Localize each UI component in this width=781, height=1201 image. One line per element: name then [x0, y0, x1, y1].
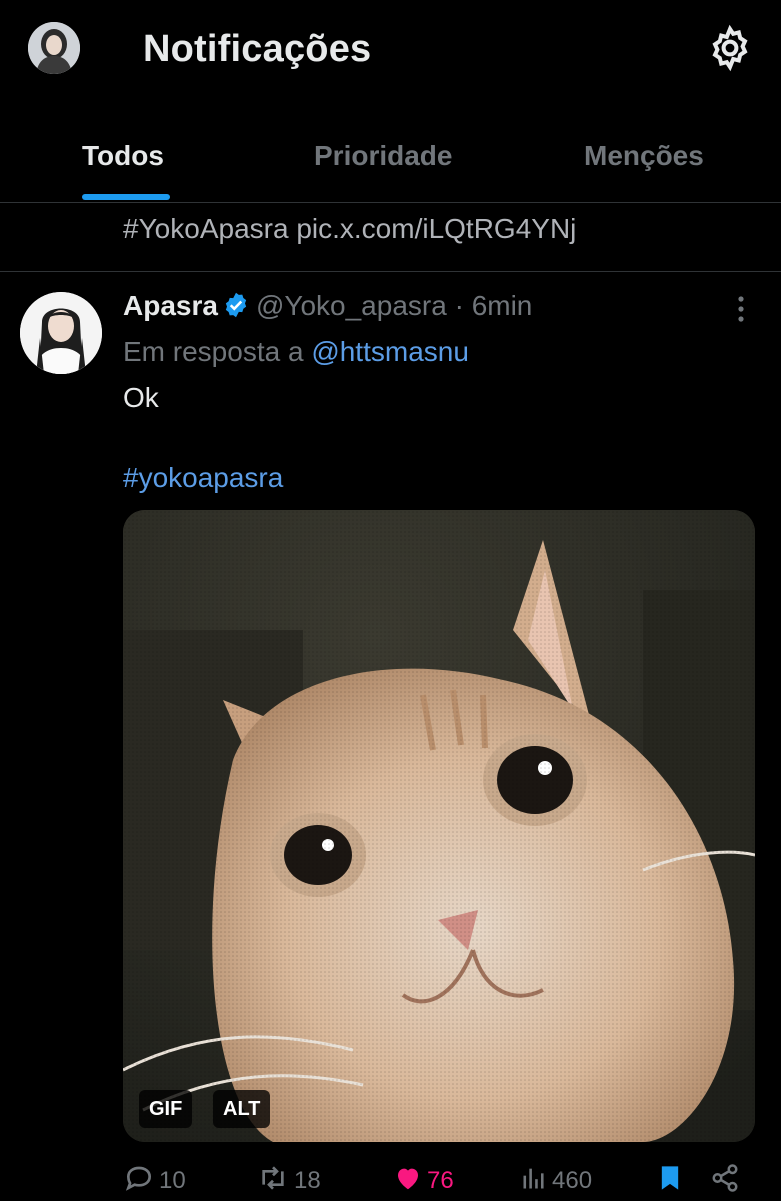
repost-button[interactable]: 18 [256, 1162, 321, 1200]
repost-icon [256, 1162, 294, 1201]
tweet-text: Ok [123, 382, 159, 413]
views-button[interactable]: 460 [520, 1162, 592, 1200]
reply-context: Em resposta a @httsmasnu [123, 336, 469, 368]
reply-button[interactable]: 10 [123, 1162, 186, 1200]
like-button[interactable]: 76 [393, 1162, 454, 1200]
tweet-time[interactable]: 6min [472, 290, 533, 321]
previous-tweet-text: #YokoApasra pic.x.com/iLQtRG4YNj [123, 213, 577, 244]
verified-badge-icon [222, 291, 250, 319]
more-options-icon[interactable] [729, 294, 753, 324]
bookmark-icon [656, 1162, 688, 1201]
tweet-author-line: Apasra @Yoko_apasra · 6min [123, 290, 532, 322]
gear-icon[interactable] [706, 24, 754, 72]
reply-prefix: Em resposta a [123, 336, 304, 367]
share-button[interactable] [710, 1162, 744, 1200]
reply-count: 10 [159, 1167, 186, 1194]
like-count: 76 [427, 1167, 454, 1194]
author-avatar[interactable] [20, 292, 102, 374]
header: Notificações [0, 0, 781, 100]
heart-icon [393, 1163, 427, 1200]
previous-tweet[interactable]: #YokoApasra pic.x.com/iLQtRG4YNj [0, 203, 781, 272]
tweet-actions: 10 18 76 460 [0, 1162, 781, 1200]
notification-tabs: Todos Prioridade Menções [0, 110, 781, 203]
author-handle[interactable]: @Yoko_apasra [256, 290, 447, 321]
active-tab-indicator [82, 194, 170, 200]
tab-mencoes[interactable]: Menções [584, 140, 704, 172]
share-icon [710, 1162, 744, 1201]
gif-badge: GIF [139, 1090, 193, 1128]
profile-avatar[interactable] [28, 22, 80, 74]
tweet[interactable]: Apasra @Yoko_apasra · 6min Em resposta a … [0, 272, 781, 1200]
views-count: 460 [552, 1167, 593, 1194]
views-chart-icon [520, 1163, 552, 1200]
repost-count: 18 [294, 1167, 321, 1194]
alt-badge[interactable]: ALT [213, 1090, 271, 1128]
author-name[interactable]: Apasra [123, 290, 218, 321]
tweet-media-gif[interactable]: GIF ALT [123, 510, 755, 1142]
page-title: Notificações [143, 28, 372, 70]
tab-prioridade[interactable]: Prioridade [314, 140, 452, 172]
tab-todos[interactable]: Todos [82, 140, 164, 172]
reply-mention-link[interactable]: @httsmasnu [311, 336, 469, 367]
reply-icon [123, 1162, 159, 1201]
dot-separator: · [454, 290, 464, 321]
bookmark-button[interactable] [656, 1162, 688, 1200]
hashtag-link[interactable]: #yokoapasra [123, 462, 283, 494]
